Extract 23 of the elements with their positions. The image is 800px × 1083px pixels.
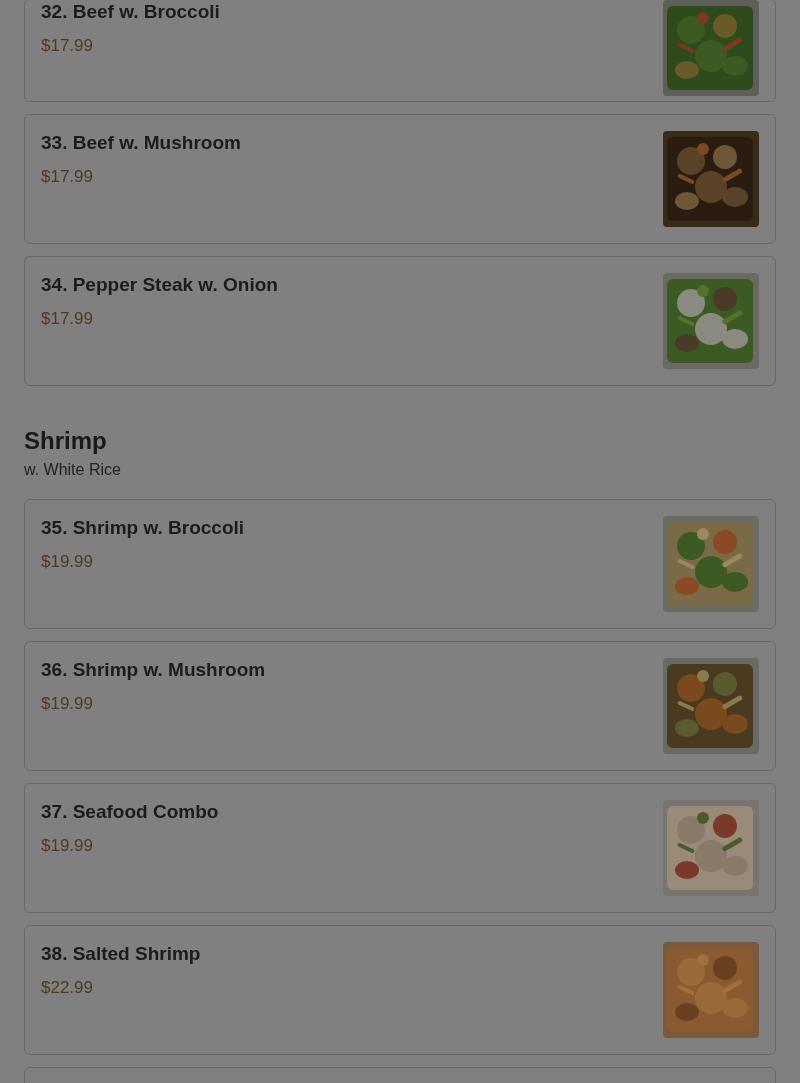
section-subtitle: w. White Rice: [24, 460, 121, 480]
menu-item-card[interactable]: 35. Shrimp w. Broccoli $19.99: [24, 499, 776, 629]
dish-price: $17.99: [41, 35, 93, 57]
dish-name: 36. Shrimp w. Mushroom: [41, 658, 266, 682]
dish-name: 38. Salted Shrimp: [41, 942, 201, 966]
menu-item-card[interactable]: 37. Seafood Combo $19.99: [24, 783, 776, 913]
dish-name: 34. Pepper Steak w. Onion: [41, 273, 278, 297]
dish-name: 35. Shrimp w. Broccoli: [41, 516, 245, 540]
menu-item-card[interactable]: 38. Salted Shrimp $22.99: [24, 925, 776, 1055]
dish-name: 33. Beef w. Mushroom: [41, 131, 241, 155]
dish-price: $17.99: [41, 308, 93, 330]
menu-item-card[interactable]: 34. Pepper Steak w. Onion $17.99: [24, 256, 776, 386]
dish-price: $19.99: [41, 551, 93, 573]
dish-price: $19.99: [41, 835, 93, 857]
menu-item-card[interactable]: 36. Shrimp w. Mushroom $19.99: [24, 641, 776, 771]
section-title: Shrimp: [24, 426, 107, 456]
dish-name: 37. Seafood Combo: [41, 800, 219, 824]
dish-price: $17.99: [41, 166, 93, 188]
dish-name: 32. Beef w. Broccoli: [41, 0, 220, 24]
menu-item-card[interactable]: 33. Beef w. Mushroom $17.99: [24, 114, 776, 244]
dish-price: $22.99: [41, 977, 93, 999]
menu-item-card[interactable]: 32. Beef w. Broccoli $17.99: [24, 0, 776, 102]
dish-price: $19.99: [41, 693, 93, 715]
